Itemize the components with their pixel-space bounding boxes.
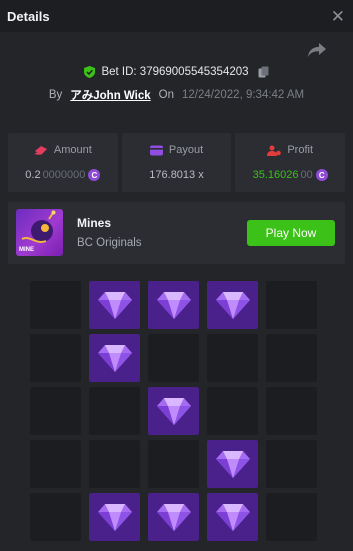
grid-cell-gem [148,281,199,329]
grid-cell-gem [89,281,140,329]
gem-icon [215,504,250,531]
grid-cell-empty [266,281,317,329]
game-thumbnail-label: MINE [19,247,34,253]
by-label: By [48,89,63,101]
money-wings-icon [33,145,47,155]
mines-grid [30,281,317,541]
bet-meta-row: By アみJohn Wick On 12/24/2022, 9:34:42 AM [0,87,353,103]
grid-cell-empty [148,440,199,488]
gem-icon [215,292,250,319]
amount-value: 0.2 [25,169,41,181]
shield-check-icon [84,66,96,78]
grid-cell-gem [148,493,199,541]
header: Details ✕ [0,0,353,32]
payout-label: Payout [168,144,204,156]
grid-cell-empty [30,281,81,329]
grid-cell-empty [266,387,317,435]
bet-id-label: Bet ID: 37969005545354203 [101,66,249,78]
grid-cell-empty [266,440,317,488]
gem-icon [156,398,191,425]
grid-cell-empty [30,440,81,488]
game-provider: BC Originals [77,237,142,249]
profit-stat: Profit 35.16026 00 C [235,133,346,192]
bet-timestamp: 12/24/2022, 9:34:42 AM [182,89,305,101]
stats-row: Amount 0.2 0000000 C Payout 176.8013 x Pr… [8,133,346,192]
play-now-button[interactable]: Play Now [247,220,335,246]
grid-cell-gem [207,493,258,541]
game-name: Mines [77,216,112,230]
grid-cell-gem [89,334,140,382]
wallet-icon [149,145,163,155]
user-link[interactable]: アみJohn Wick [70,87,150,103]
amount-value-decimals: 0000000 [42,169,86,181]
amount-label: Amount [53,144,92,156]
gem-icon [215,451,250,478]
close-icon[interactable]: ✕ [331,8,345,25]
grid-cell-empty [30,387,81,435]
grid-cell-empty [207,334,258,382]
grid-cell-gem [207,440,258,488]
profit-value: 35.16026 [252,169,299,181]
grid-cell-empty [89,387,140,435]
on-label: On [158,89,175,101]
grid-cell-empty [30,334,81,382]
share-icon[interactable] [307,42,327,58]
amount-stat: Amount 0.2 0000000 C [8,133,118,192]
gem-icon [97,345,132,372]
gem-icon [97,504,132,531]
game-card: MINE Mines BC Originals Play Now [8,202,345,264]
gem-icon [156,292,191,319]
grid-cell-gem [89,493,140,541]
coin-icon: C [315,169,328,181]
user-coin-icon [267,145,282,156]
coin-icon: C [88,169,101,181]
grid-cell-empty [266,334,317,382]
page-title: Details [7,8,50,24]
grid-cell-empty [89,440,140,488]
gem-icon [97,292,132,319]
profit-label: Profit [287,144,314,156]
payout-stat: Payout 176.8013 x [121,133,232,192]
bet-id-row: Bet ID: 37969005545354203 [0,66,353,78]
grid-cell-empty [207,387,258,435]
payout-value: 176.8013 x [149,169,204,181]
game-thumbnail[interactable]: MINE [16,209,63,256]
profit-value-decimals: 00 [300,169,313,181]
grid-cell-gem [148,387,199,435]
grid-cell-empty [148,334,199,382]
gem-icon [156,504,191,531]
grid-cell-empty [30,493,81,541]
copy-icon[interactable] [258,66,269,78]
grid-cell-empty [266,493,317,541]
grid-cell-gem [207,281,258,329]
